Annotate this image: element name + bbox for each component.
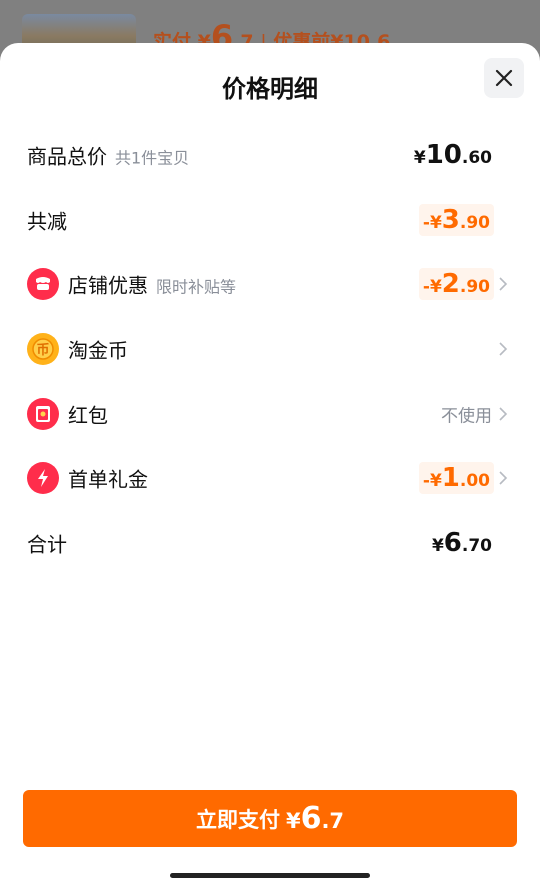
total-price-label: 商品总价 — [27, 144, 107, 169]
total-price-amount: ¥10.60 — [413, 140, 492, 170]
close-button[interactable] — [484, 58, 524, 98]
reduction-amount: -¥3.90 — [418, 204, 494, 236]
chevron-right-icon — [499, 407, 508, 421]
sheet-title: 价格明细 — [222, 75, 318, 103]
coins-label: 淘金币 — [68, 338, 128, 363]
svg-text:币: 币 — [36, 343, 49, 358]
first-order-amount: -¥1.00 — [418, 462, 494, 494]
item-count: 共1件宝贝 — [115, 148, 190, 168]
chevron-right-icon — [499, 471, 508, 485]
row-first-order-gift[interactable]: 首单礼金 -¥1.00 — [0, 453, 540, 503]
row-total-reduction: 共减 -¥3.90 — [0, 195, 540, 245]
store-icon — [27, 268, 59, 300]
home-indicator — [170, 873, 370, 878]
reduction-label: 共减 — [27, 209, 67, 234]
first-order-label: 首单礼金 — [68, 467, 148, 492]
store-discount-sub: 限时补贴等 — [156, 277, 237, 297]
close-icon — [495, 69, 513, 87]
row-store-discount[interactable]: 店铺优惠 限时补贴等 -¥2.90 — [0, 259, 540, 309]
store-discount-amount: -¥2.90 — [418, 268, 494, 300]
pay-button-amount: ¥6.7 — [285, 801, 345, 836]
red-packet-icon — [27, 398, 59, 430]
sum-label: 合计 — [27, 532, 67, 557]
row-red-packet[interactable]: 红包 不使用 — [0, 389, 540, 439]
chevron-right-icon — [499, 277, 508, 291]
red-packet-value: 不使用 — [441, 406, 492, 427]
price-detail-sheet: 价格明细 商品总价 共1件宝贝 ¥10.60 共减 -¥3.90 店铺优惠 限时补贴… — [0, 43, 540, 888]
store-discount-label: 店铺优惠 — [68, 273, 148, 298]
pay-button-label: 立即支付 — [195, 807, 280, 832]
row-total-price: 商品总价 共1件宝贝 ¥10.60 — [0, 130, 540, 180]
pay-now-button[interactable]: 立即支付 ¥6.7 — [23, 790, 517, 847]
chevron-right-icon — [499, 342, 508, 356]
sum-amount: ¥6.70 — [431, 528, 492, 558]
row-taobao-coins[interactable]: 币 淘金币 — [0, 324, 540, 374]
lightning-icon — [27, 462, 59, 494]
red-packet-label: 红包 — [68, 403, 108, 428]
row-sum: 合计 ¥6.70 — [0, 518, 540, 568]
coin-icon: 币 — [27, 333, 59, 365]
